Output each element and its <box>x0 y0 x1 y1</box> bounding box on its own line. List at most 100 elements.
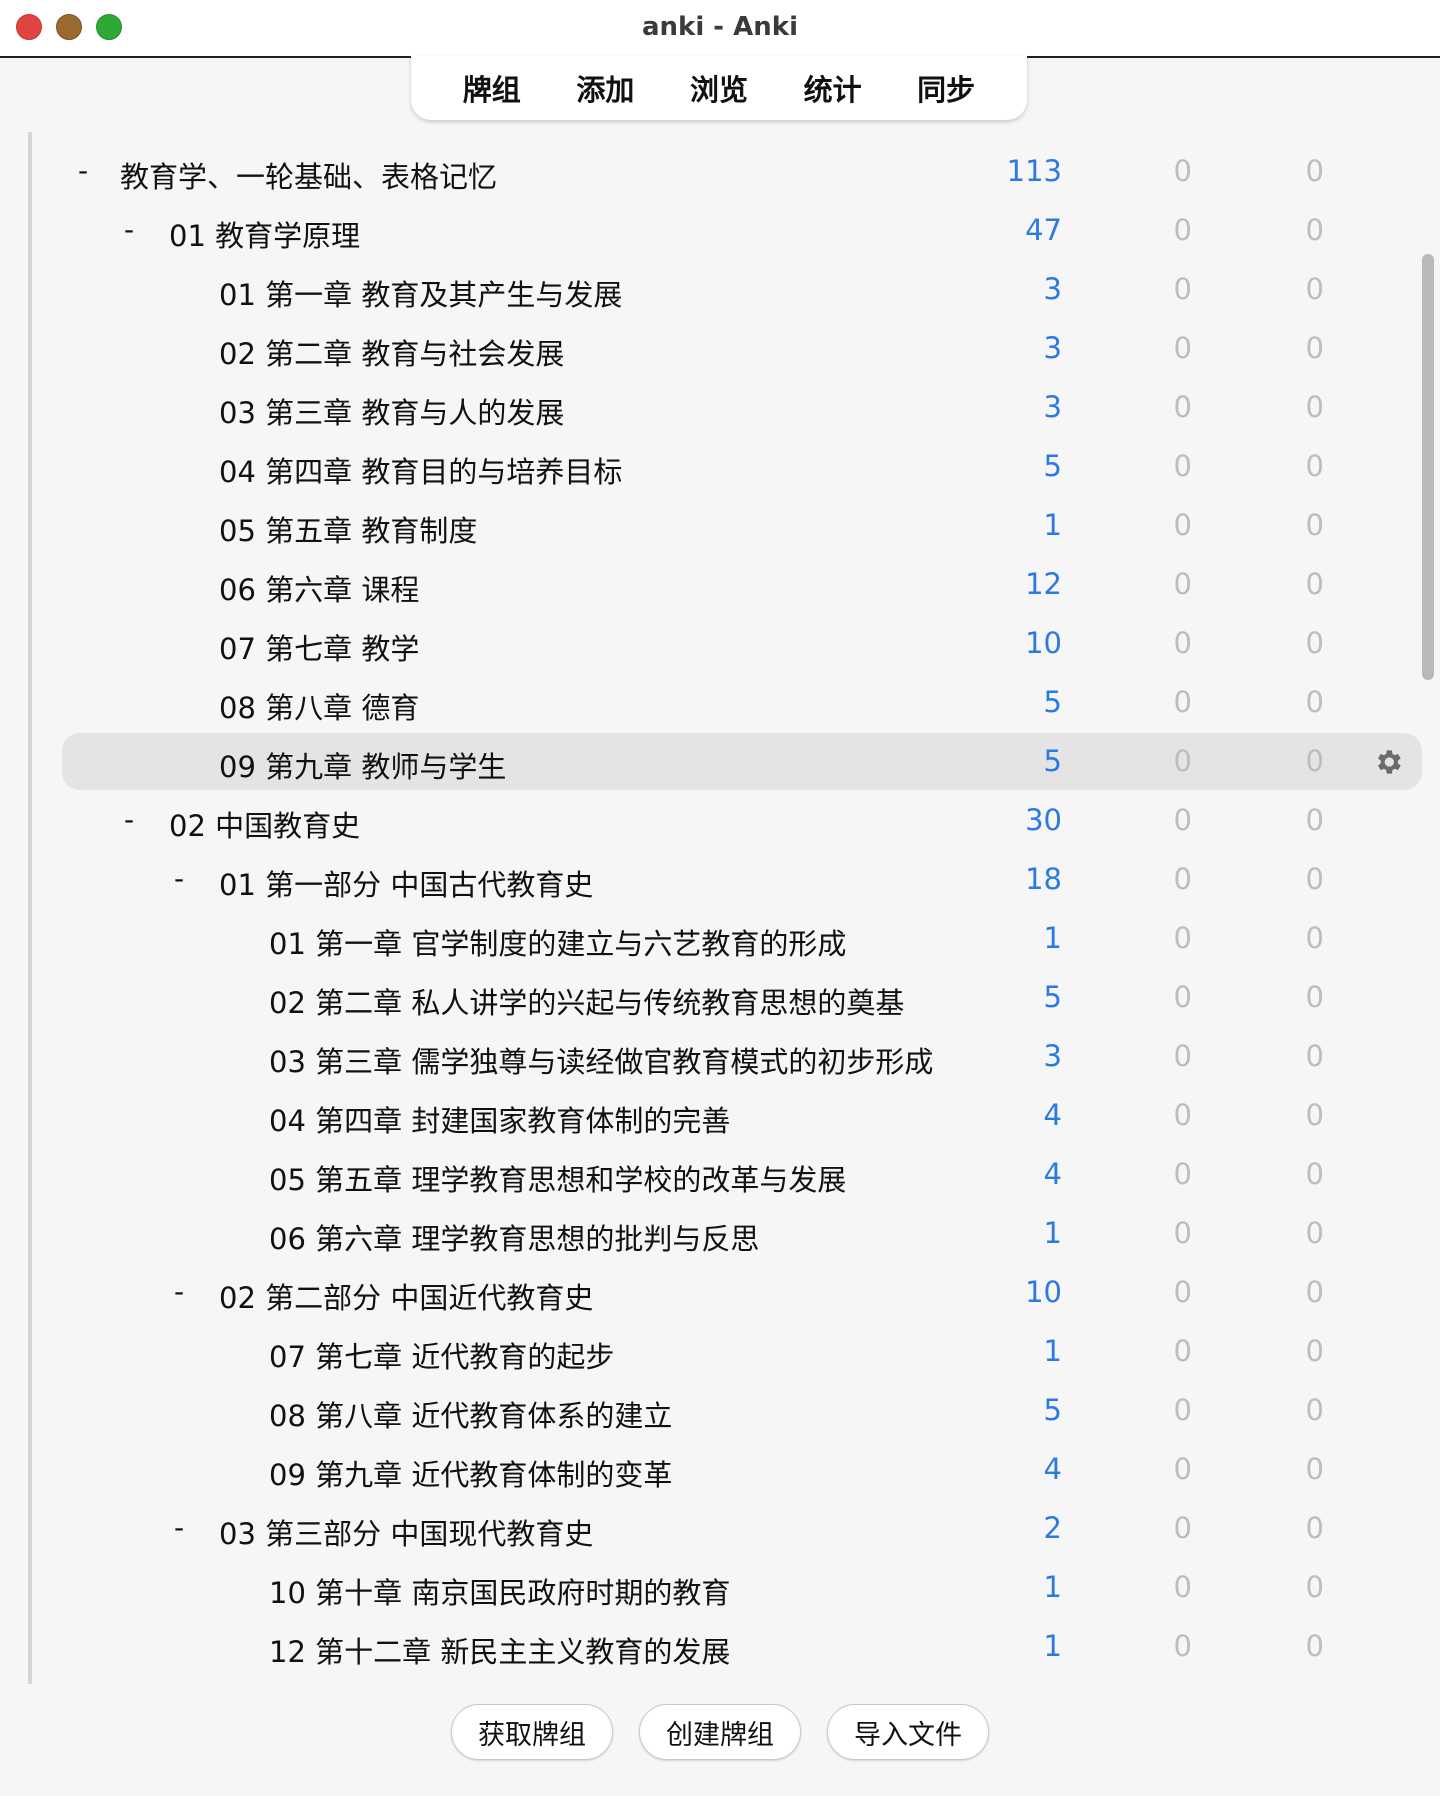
deck-row[interactable]: - 教育学、一轮基础、表格记忆 113 0 0 <box>32 142 1428 201</box>
new-count: 18 <box>1025 862 1062 896</box>
toolbar-sync-button[interactable]: 同步 <box>907 63 985 113</box>
deck-row[interactable]: - 02 中国教育史 30 0 0 <box>32 791 1428 850</box>
deck-name-link[interactable]: 教育学、一轮基础、表格记忆 <box>120 154 497 196</box>
deck-name-link[interactable]: 01 第一章 教育及其产生与发展 <box>219 272 622 314</box>
deck-row[interactable]: 06 第六章 理学教育思想的批判与反思 1 0 0 <box>32 1204 1428 1263</box>
deck-name-link[interactable]: 04 第四章 教育目的与培养目标 <box>219 449 622 491</box>
learn-count: 0 <box>1173 1039 1192 1073</box>
deck-row[interactable]: 04 第四章 教育目的与培养目标 5 0 0 <box>32 437 1428 496</box>
deck-name-link[interactable]: 01 第一部分 中国古代教育史 <box>219 862 593 904</box>
collapse-toggle[interactable]: - <box>174 862 184 895</box>
create-deck-button[interactable]: 创建牌组 <box>639 1704 801 1760</box>
import-file-button[interactable]: 导入文件 <box>827 1704 989 1760</box>
deck-row[interactable]: 01 第一章 官学制度的建立与六艺教育的形成 1 0 0 <box>32 909 1428 968</box>
new-count: 1 <box>1043 1570 1062 1604</box>
deck-name-link[interactable]: 06 第六章 理学教育思想的批判与反思 <box>269 1216 759 1258</box>
collapse-toggle[interactable]: - <box>124 803 134 836</box>
deck-name-link[interactable]: 02 第二部分 中国近代教育史 <box>219 1275 593 1317</box>
new-count: 10 <box>1025 626 1062 660</box>
new-count: 113 <box>1006 154 1062 188</box>
deck-name-link[interactable]: 02 第二章 教育与社会发展 <box>219 331 564 373</box>
learn-count: 0 <box>1173 213 1192 247</box>
learn-count: 0 <box>1173 567 1192 601</box>
deck-name-link[interactable]: 04 第四章 封建国家教育体制的完善 <box>269 1098 730 1140</box>
deck-row[interactable]: 02 第二章 私人讲学的兴起与传统教育思想的奠基 5 0 0 <box>32 968 1428 1027</box>
deck-name-link[interactable]: 07 第七章 近代教育的起步 <box>269 1334 614 1376</box>
deck-name-link[interactable]: 10 第十章 南京国民政府时期的教育 <box>269 1570 730 1612</box>
toolbar-decks-button[interactable]: 牌组 <box>453 63 531 113</box>
deck-row[interactable]: 03 第三章 儒学独尊与读经做官教育模式的初步形成 3 0 0 <box>32 1027 1428 1086</box>
due-count: 0 <box>1305 1157 1324 1191</box>
collapse-toggle[interactable]: - <box>174 1511 184 1544</box>
new-count: 30 <box>1025 803 1062 837</box>
learn-count: 0 <box>1173 508 1192 542</box>
due-count: 0 <box>1305 803 1324 837</box>
new-count: 1 <box>1043 508 1062 542</box>
deck-name-link[interactable]: 02 中国教育史 <box>169 803 360 845</box>
deck-row[interactable]: 01 第一章 教育及其产生与发展 3 0 0 <box>32 260 1428 319</box>
new-count: 3 <box>1043 1039 1062 1073</box>
due-count: 0 <box>1305 1334 1324 1368</box>
deck-row[interactable]: - 01 第一部分 中国古代教育史 18 0 0 <box>32 850 1428 909</box>
new-count: 1 <box>1043 921 1062 955</box>
deck-row[interactable]: 08 第八章 近代教育体系的建立 5 0 0 <box>32 1381 1428 1440</box>
deck-row[interactable]: - 03 第三部分 中国现代教育史 2 0 0 <box>32 1499 1428 1558</box>
deck-name-link[interactable]: 02 第二章 私人讲学的兴起与传统教育思想的奠基 <box>269 980 904 1022</box>
deck-row[interactable]: 05 第五章 理学教育思想和学校的改革与发展 4 0 0 <box>32 1145 1428 1204</box>
due-count: 0 <box>1305 272 1324 306</box>
collapse-toggle[interactable]: - <box>124 213 134 246</box>
deck-name-link[interactable]: 01 教育学原理 <box>169 213 360 255</box>
get-shared-decks-button[interactable]: 获取牌组 <box>451 1704 613 1760</box>
learn-count: 0 <box>1173 1393 1192 1427</box>
collapse-toggle[interactable]: - <box>78 154 88 187</box>
deck-options-gear-icon[interactable] <box>1372 746 1404 778</box>
deck-row[interactable]: 08 第八章 德育 5 0 0 <box>32 673 1428 732</box>
due-count: 0 <box>1305 508 1324 542</box>
deck-row[interactable]: 12 第十二章 新民主主义教育的发展 1 0 0 <box>32 1617 1428 1676</box>
deck-row[interactable]: 05 第五章 教育制度 1 0 0 <box>32 496 1428 555</box>
learn-count: 0 <box>1173 1275 1192 1309</box>
deck-row[interactable]: 10 第十章 南京国民政府时期的教育 1 0 0 <box>32 1558 1428 1617</box>
new-count: 5 <box>1043 980 1062 1014</box>
deck-row[interactable]: 02 第二章 教育与社会发展 3 0 0 <box>32 319 1428 378</box>
deck-row[interactable]: 07 第七章 近代教育的起步 1 0 0 <box>32 1322 1428 1381</box>
due-count: 0 <box>1305 154 1324 188</box>
deck-list: - 教育学、一轮基础、表格记忆 113 0 0-01 教育学原理 47 0 0 01 第一章 教… <box>28 132 1432 1684</box>
deck-row-current[interactable]: 09 第九章 教师与学生 5 0 0 <box>32 732 1428 791</box>
deck-name-link[interactable]: 05 第五章 教育制度 <box>219 508 477 550</box>
deck-row[interactable]: 06 第六章 课程 12 0 0 <box>32 555 1428 614</box>
deck-name-link[interactable]: 09 第九章 近代教育体制的变革 <box>269 1452 672 1494</box>
new-count: 4 <box>1043 1157 1062 1191</box>
due-count: 0 <box>1305 626 1324 660</box>
deck-row[interactable]: 04 第四章 封建国家教育体制的完善 4 0 0 <box>32 1086 1428 1145</box>
learn-count: 0 <box>1173 1570 1192 1604</box>
collapse-toggle[interactable]: - <box>174 1275 184 1308</box>
deck-name-link[interactable]: 12 第十二章 新民主主义教育的发展 <box>269 1629 730 1671</box>
deck-name-link[interactable]: 06 第六章 课程 <box>219 567 419 609</box>
deck-name-link[interactable]: 05 第五章 理学教育思想和学校的改革与发展 <box>269 1157 846 1199</box>
due-count: 0 <box>1305 1511 1324 1545</box>
toolbar-stats-button[interactable]: 统计 <box>794 63 872 113</box>
deck-list-scrollbar[interactable] <box>1422 254 1434 680</box>
deck-name-link[interactable]: 09 第九章 教师与学生 <box>219 744 506 786</box>
toolbar-browse-button[interactable]: 浏览 <box>680 63 758 113</box>
new-count: 3 <box>1043 331 1062 365</box>
deck-name-link[interactable]: 01 第一章 官学制度的建立与六艺教育的形成 <box>269 921 846 963</box>
toolbar-add-button[interactable]: 添加 <box>566 63 644 113</box>
due-count: 0 <box>1305 213 1324 247</box>
deck-row[interactable]: 03 第三章 教育与人的发展 3 0 0 <box>32 378 1428 437</box>
learn-count: 0 <box>1173 980 1192 1014</box>
deck-row[interactable]: 07 第七章 教学 10 0 0 <box>32 614 1428 673</box>
deck-name-link[interactable]: 03 第三章 儒学独尊与读经做官教育模式的初步形成 <box>269 1039 933 1081</box>
deck-name-link[interactable]: 07 第七章 教学 <box>219 626 419 668</box>
deck-row[interactable]: 09 第九章 近代教育体制的变革 4 0 0 <box>32 1440 1428 1499</box>
deck-row[interactable]: - 01 教育学原理 47 0 0 <box>32 201 1428 260</box>
bottom-bar: 获取牌组 创建牌组 导入文件 <box>0 1690 1440 1796</box>
deck-row[interactable]: - 02 第二部分 中国近代教育史 10 0 0 <box>32 1263 1428 1322</box>
deck-name-link[interactable]: 03 第三章 教育与人的发展 <box>219 390 564 432</box>
deck-name-link[interactable]: 08 第八章 德育 <box>219 685 419 727</box>
due-count: 0 <box>1305 1039 1324 1073</box>
deck-name-link[interactable]: 08 第八章 近代教育体系的建立 <box>269 1393 672 1435</box>
due-count: 0 <box>1305 921 1324 955</box>
deck-name-link[interactable]: 03 第三部分 中国现代教育史 <box>219 1511 593 1553</box>
